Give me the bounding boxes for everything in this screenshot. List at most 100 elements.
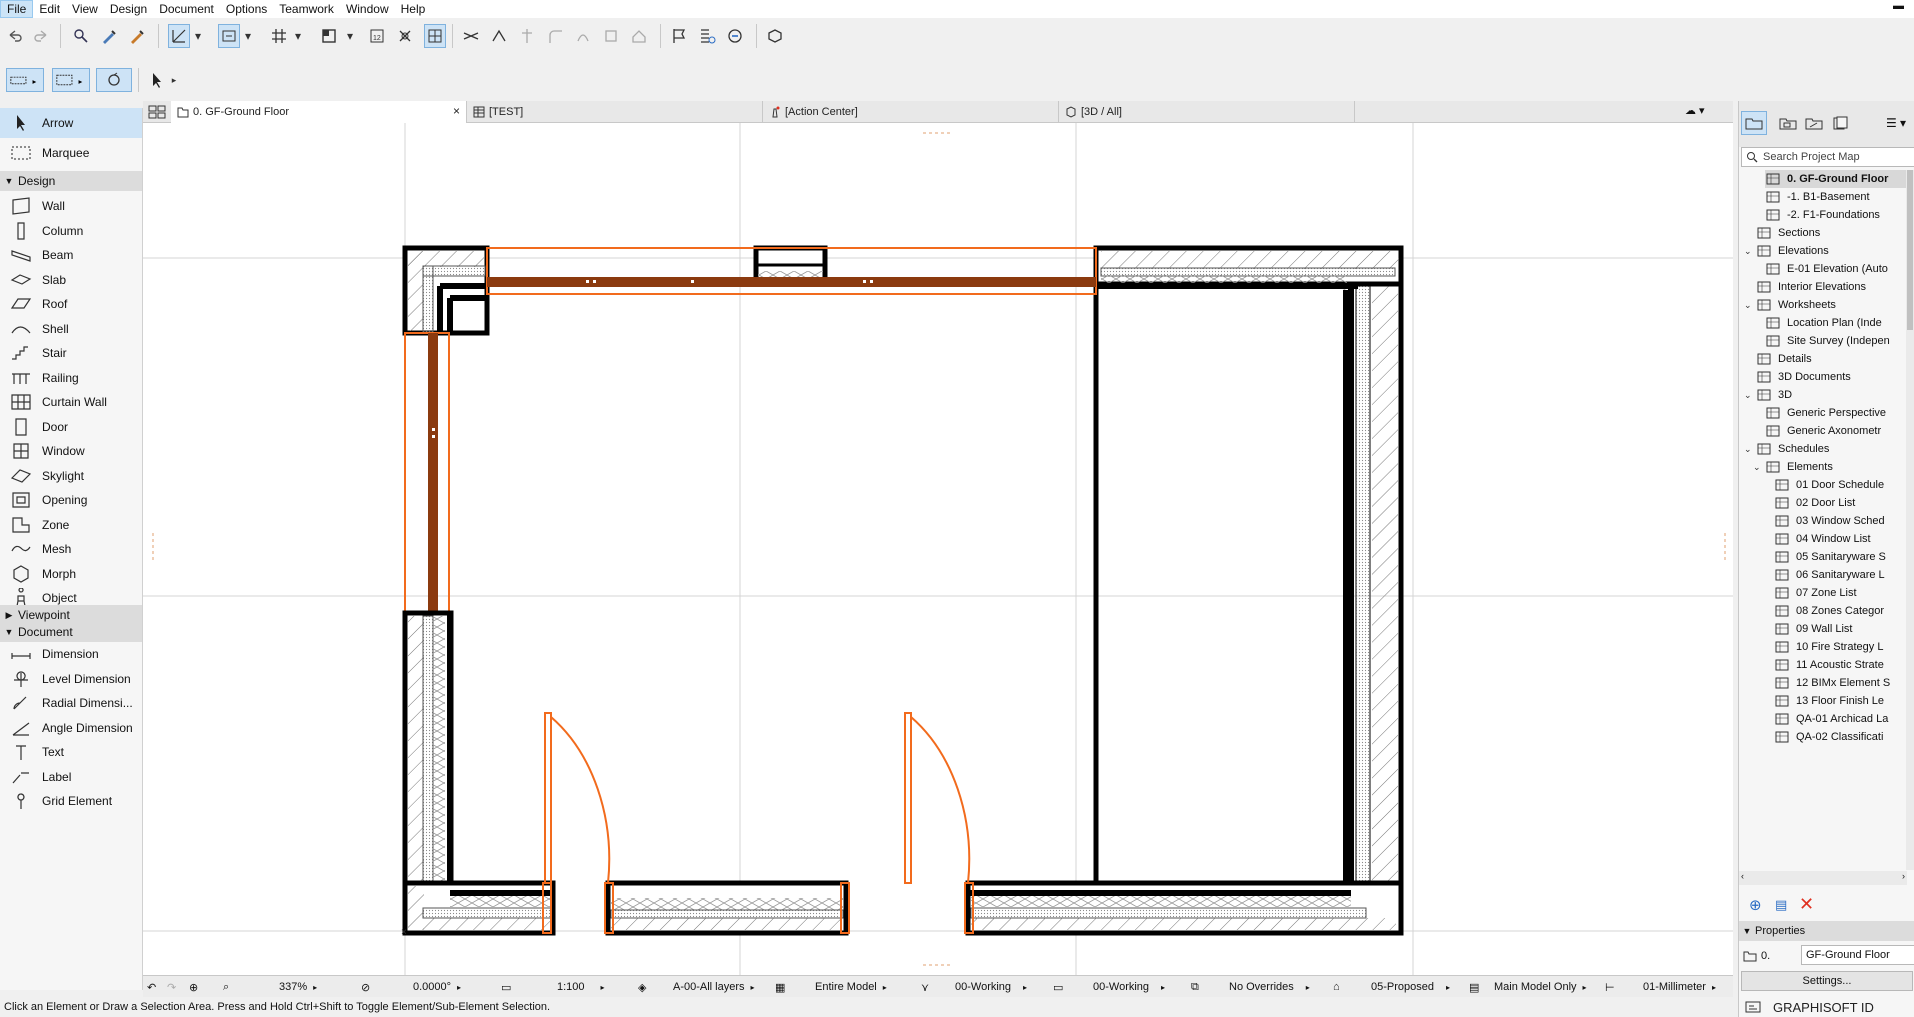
menu-file[interactable]: File — [0, 0, 34, 18]
snap-guides-icon[interactable] — [218, 24, 240, 48]
view-map-icon[interactable] — [1775, 111, 1801, 135]
project-map-item[interactable]: 09 Wall List — [1774, 620, 1914, 638]
orientation-angle[interactable]: 0.0000° ▸ — [413, 976, 461, 998]
project-map-item[interactable]: Elevations — [1756, 242, 1914, 260]
section-document[interactable]: ▼ Document — [0, 622, 142, 642]
project-map-item[interactable]: Generic Perspective — [1765, 404, 1914, 422]
grid-snap-icon[interactable] — [268, 24, 290, 48]
magic-wand-icon[interactable] — [394, 24, 416, 48]
graphic-overrides-selector[interactable]: No Overrides ▸ — [1229, 976, 1310, 998]
project-map-item[interactable]: Location Plan (Inde — [1765, 314, 1914, 332]
project-map-item[interactable]: 06 Sanitaryware L — [1774, 566, 1914, 584]
zoom-icon[interactable]: ⌕ — [223, 976, 229, 998]
tool-opening[interactable]: Opening — [0, 488, 142, 512]
menu-document[interactable]: Document — [153, 0, 220, 18]
pick-up-parameters-icon[interactable] — [98, 24, 120, 48]
project-map-item[interactable]: Elements — [1765, 458, 1914, 476]
undo-zoom-icon[interactable]: ↶ — [147, 976, 156, 998]
explode-icon[interactable] — [600, 24, 622, 48]
dimension-selector[interactable]: 01-Millimeter ▸ — [1643, 976, 1716, 998]
intersect-icon[interactable] — [516, 24, 538, 48]
redo-icon[interactable] — [30, 24, 52, 48]
curved-edge-icon[interactable] — [572, 24, 594, 48]
tool-door[interactable]: Door — [0, 415, 142, 439]
project-map-item[interactable]: E-01 Elevation (Auto — [1765, 260, 1914, 278]
zoom-level[interactable]: 337% ▸ — [279, 976, 317, 998]
project-map-item[interactable]: 0. GF-Ground Floor — [1765, 170, 1914, 188]
project-map-item[interactable]: 13 Floor Finish Le — [1774, 692, 1914, 710]
project-map-item[interactable]: 05 Sanitaryware S — [1774, 548, 1914, 566]
tool-slab[interactable]: Slab — [0, 268, 142, 292]
tool-window[interactable]: Window — [0, 439, 142, 463]
element-selection-icon[interactable]: ▸ — [6, 68, 44, 92]
menu-design[interactable]: Design — [104, 0, 153, 18]
floor-plan-canvas[interactable]: × — [143, 123, 1733, 975]
project-map-item[interactable]: Worksheets — [1756, 296, 1914, 314]
project-map-item[interactable]: 07 Zone List — [1774, 584, 1914, 602]
tool-shell[interactable]: Shell — [0, 317, 142, 341]
tool-angle-dimension[interactable]: Angle Dimension — [0, 716, 142, 740]
schedule-icon[interactable] — [696, 24, 718, 48]
tab-test[interactable]: [TEST] — [467, 101, 763, 123]
tab-ground-floor[interactable]: 0. GF-Ground Floor × — [171, 101, 467, 123]
redo-zoom-icon[interactable]: ↷ — [167, 976, 176, 998]
menu-window[interactable]: Window — [340, 0, 395, 18]
project-map-item[interactable]: 11 Acoustic Strate — [1774, 656, 1914, 674]
project-map-item[interactable]: QA-01 Archicad La — [1774, 710, 1914, 728]
project-map-item[interactable]: 02 Door List — [1774, 494, 1914, 512]
window-minimize-icon[interactable]: ▬ — [1893, 0, 1904, 12]
tool-railing[interactable]: Railing — [0, 366, 142, 390]
tab-3d-all[interactable]: [3D / All] — [1059, 101, 1355, 123]
adjust-icon[interactable] — [488, 24, 510, 48]
tool-grid-element[interactable]: Grid Element — [0, 789, 142, 813]
rotate-selection-icon[interactable] — [96, 68, 132, 92]
zoom-in-icon[interactable]: ⊕ — [189, 976, 198, 998]
suspend-groups-icon[interactable]: 12 — [366, 24, 388, 48]
menu-options[interactable]: Options — [220, 0, 273, 18]
menu-teamwork[interactable]: Teamwork — [273, 0, 340, 18]
tool-morph[interactable]: Morph — [0, 562, 142, 586]
project-map-item[interactable]: -2. F1-Foundations — [1765, 206, 1914, 224]
chevron-down-icon[interactable]: ▾ — [292, 24, 304, 48]
section-design[interactable]: ▼ Design — [0, 171, 142, 191]
project-map-item[interactable]: 03 Window Sched — [1774, 512, 1914, 530]
trace-reference-icon[interactable] — [424, 24, 446, 48]
layer-combination-selector[interactable]: A-00-All layers ▸ — [673, 976, 755, 998]
layout-book-icon[interactable] — [1801, 111, 1827, 135]
pen-set-selector[interactable]: 00-Working ▸ — [955, 976, 1027, 998]
menu-edit[interactable]: Edit — [33, 0, 66, 18]
tool-column[interactable]: Column — [0, 219, 142, 243]
undo-icon[interactable] — [4, 24, 26, 48]
tool-level-dimension[interactable]: Level Dimension — [0, 667, 142, 691]
tool-label[interactable]: Label — [0, 765, 142, 789]
tool-skylight[interactable]: Skylight — [0, 464, 142, 488]
chevron-down-icon[interactable]: ▾ — [242, 24, 254, 48]
tool-text[interactable]: Text — [0, 740, 142, 764]
bimx-icon[interactable] — [764, 24, 786, 48]
project-map-item[interactable]: QA-02 Classificati — [1774, 728, 1914, 746]
graphisoft-id[interactable]: GRAPHISOFT ID — [1739, 997, 1914, 1017]
navigator-hscrollbar[interactable]: ‹ › — [1739, 871, 1907, 885]
chevron-down-icon[interactable]: ▾ — [192, 24, 204, 48]
angle-icon[interactable]: ⊘ — [361, 976, 370, 998]
structural-display-selector[interactable]: Main Model Only ▸ — [1494, 976, 1587, 998]
cloud-menu-icon[interactable]: ☁ ▾ — [1685, 104, 1729, 120]
expand-chevron-icon[interactable]: ⌄ — [1744, 300, 1756, 311]
project-map-item[interactable]: 08 Zones Categor — [1774, 602, 1914, 620]
floor-plan-drawing[interactable]: × — [143, 123, 1733, 975]
tool-beam[interactable]: Beam — [0, 243, 142, 267]
tool-curtain-wall[interactable]: Curtain Wall — [0, 390, 142, 414]
scale-selector[interactable]: 1:100 ▸ — [557, 976, 605, 998]
marquee-selection-icon[interactable]: ▸ — [52, 68, 90, 92]
expand-chevron-icon[interactable]: ⌄ — [1744, 390, 1756, 401]
publish-icon[interactable] — [724, 24, 746, 48]
guide-lines-icon[interactable] — [168, 24, 190, 48]
project-map-item[interactable]: Details — [1756, 350, 1914, 368]
tool-arrow[interactable]: Arrow — [0, 108, 142, 138]
project-map-item[interactable]: 04 Window List — [1774, 530, 1914, 548]
delete-icon[interactable]: ✕ — [1799, 894, 1814, 915]
cursor-snap-icon[interactable] — [318, 24, 340, 48]
project-map-item[interactable]: 01 Door Schedule — [1774, 476, 1914, 494]
project-map-item[interactable]: -1. B1-Basement — [1765, 188, 1914, 206]
project-map-item[interactable]: Site Survey (Indepen — [1765, 332, 1914, 350]
